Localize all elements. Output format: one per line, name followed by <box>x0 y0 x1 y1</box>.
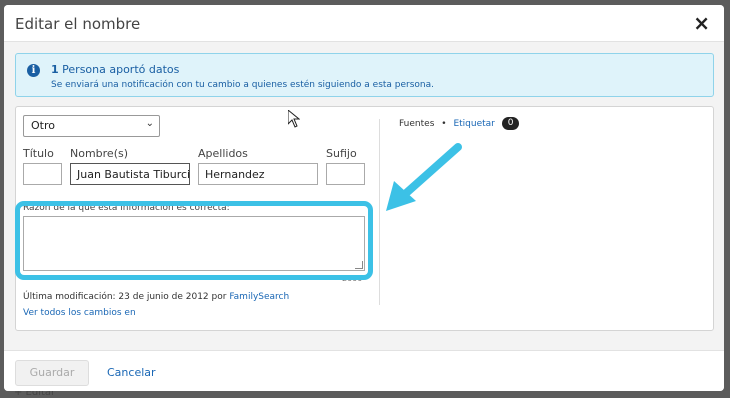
dialog-footer: Guardar Cancelar <box>4 350 724 391</box>
given-name-label: Nombre(s) <box>70 147 129 160</box>
contributors-text: Persona aportó datos <box>62 63 180 76</box>
dialog-title: Editar el nombre <box>15 15 141 33</box>
given-name-field[interactable]: Juan Bautista Tiburcio <box>70 163 190 185</box>
contributors-headline: 1 Persona aportó datos <box>51 63 179 76</box>
column-divider <box>379 119 380 305</box>
sources-section: Fuentes • Etiquetar 0 <box>399 117 520 130</box>
suffix-label: Sufijo <box>326 147 357 160</box>
mouse-cursor-icon <box>288 110 300 128</box>
see-all-changes-link[interactable]: Ver todos los cambios en <box>23 308 136 318</box>
surname-label: Apellidos <box>198 147 248 160</box>
edit-name-dialog: Editar el nombre × i 1 Persona aportó da… <box>4 5 724 391</box>
title-label: Título <box>23 147 54 160</box>
title-field[interactable] <box>23 163 62 185</box>
last-modified-by-link[interactable]: FamilySearch <box>229 292 289 302</box>
sources-label: Fuentes <box>399 119 435 129</box>
name-type-select[interactable]: Otro ⌄ <box>23 115 160 137</box>
info-icon: i <box>27 64 40 77</box>
chevron-down-icon: ⌄ <box>145 118 154 129</box>
last-modified-text: Última modificación: 23 de junio de 2012… <box>23 292 227 302</box>
suffix-field[interactable] <box>326 163 365 185</box>
notification-message: Se enviará una notificación con tu cambi… <box>51 80 435 90</box>
save-button[interactable]: Guardar <box>15 360 89 386</box>
last-modified: Última modificación: 23 de junio de 2012… <box>23 292 289 302</box>
sources-count-badge: 0 <box>501 117 520 130</box>
close-icon[interactable]: × <box>693 11 710 35</box>
sources-separator: • <box>441 119 447 129</box>
name-type-value: Otro <box>31 119 55 132</box>
dialog-header: Editar el nombre × <box>4 5 724 42</box>
tag-source-link[interactable]: Etiquetar <box>453 119 494 129</box>
annotation-arrow-icon <box>386 143 462 211</box>
contributors-count: 1 <box>51 63 59 76</box>
surname-field[interactable]: Hernandez <box>198 163 318 185</box>
cancel-button[interactable]: Cancelar <box>107 366 156 379</box>
annotation-highlight <box>15 201 373 280</box>
notification-banner: i 1 Persona aportó datos Se enviará una … <box>15 53 714 97</box>
